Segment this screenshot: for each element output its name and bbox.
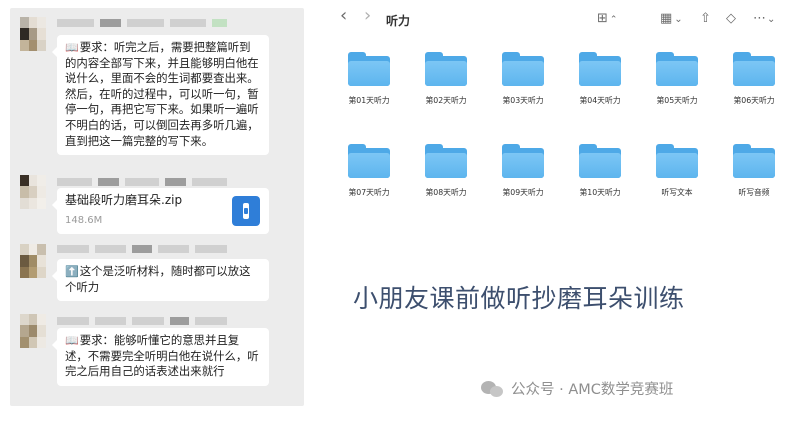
group-icon: ▦ <box>660 11 673 26</box>
folder-icon <box>656 144 698 178</box>
grid-icon: ⊞ <box>597 11 608 26</box>
folder-label: 第09天听力 <box>502 188 544 197</box>
folder-item[interactable]: 听写音频 <box>719 144 789 198</box>
folder-icon <box>425 52 467 86</box>
folder-label: 第10天听力 <box>579 188 621 197</box>
folder-label: 第04天听力 <box>579 96 621 105</box>
icon-view-button[interactable]: ⊞ ⌃ <box>597 11 617 28</box>
group-button[interactable]: ▦ ⌄ <box>660 11 683 28</box>
share-button[interactable]: ⇧ <box>700 11 711 27</box>
folder-item[interactable]: 第04天听力 <box>565 52 635 106</box>
folder-icon <box>579 52 621 86</box>
wechat-logo-icon <box>481 379 505 399</box>
message-text: 要求：能够听懂它的意思并且复述，不需要完全听明白他在说什么，听完之后用自己的话表… <box>65 333 259 379</box>
chevron-down-icon: ⌄ <box>674 14 683 25</box>
folder-item[interactable]: 第06天听力 <box>719 52 789 106</box>
sender-name-blurred <box>57 244 227 253</box>
chat-panel: 📖要求：听完之后，需要把整篇听到的内容全部写下来，并且能够明白他在说什么，里面不… <box>10 8 304 406</box>
share-icon: ⇧ <box>700 11 711 26</box>
message-bubble: 📖要求：能够听懂它的意思并且复述，不需要完全听明白他在说什么，听完之后用自己的话… <box>52 328 269 386</box>
folder-item[interactable]: 第05天听力 <box>642 52 712 106</box>
sender-name-blurred <box>57 18 227 27</box>
folder-icon <box>425 144 467 178</box>
folder-label: 听写音频 <box>738 188 770 197</box>
back-button[interactable]: ‹ <box>340 7 347 25</box>
folder-label: 第03天听力 <box>502 96 544 105</box>
up-arrow-icon: ⬆️ <box>65 265 79 278</box>
avatar[interactable] <box>20 314 46 348</box>
window-title: 听力 <box>386 14 411 28</box>
caption: 小朋友课前做听抄磨耳朵训练 <box>353 284 685 313</box>
more-button[interactable]: ⋯⌄ <box>753 11 775 28</box>
avatar[interactable] <box>20 17 46 51</box>
folder-item[interactable]: 第02天听力 <box>411 52 481 106</box>
folder-label: 第01天听力 <box>348 96 390 105</box>
folder-label: 第05天听力 <box>656 96 698 105</box>
folder-item[interactable]: 第01天听力 <box>334 52 404 106</box>
folder-icon <box>733 144 775 178</box>
book-icon: 📖 <box>65 334 79 347</box>
folder-label: 听写文本 <box>661 188 693 197</box>
chevron-down-icon: ⌄ <box>767 14 776 25</box>
folder-icon <box>502 144 544 178</box>
finder-toolbar: ‹ › 听力 ⊞ ⌃ ▦ ⌄ ⇧ ◇ ⋯⌄ <box>330 7 789 32</box>
folder-icon <box>502 52 544 86</box>
watermark: 公众号 · AMC数学竞赛班 <box>481 378 673 399</box>
folder-item[interactable]: 第10天听力 <box>565 144 635 198</box>
forward-button[interactable]: › <box>364 7 371 25</box>
message-bubble: 📖要求：听完之后，需要把整篇听到的内容全部写下来，并且能够明白他在说什么，里面不… <box>52 35 269 156</box>
watermark-text: 公众号 · AMC数学竞赛班 <box>511 382 674 398</box>
folder-item[interactable]: 第03天听力 <box>488 52 558 106</box>
message-bubble: ⬆️这个是泛听材料，随时都可以放这个听力 <box>52 259 269 302</box>
folder-icon <box>348 52 390 86</box>
tag-icon: ◇ <box>726 11 736 26</box>
folder-label: 第02天听力 <box>425 96 467 105</box>
folder-item[interactable]: 听写文本 <box>642 144 712 198</box>
avatar[interactable] <box>20 244 46 278</box>
finder-window: ‹ › 听力 ⊞ ⌃ ▦ ⌄ ⇧ ◇ ⋯⌄ 第01天听力 第02天听力 第03天听力 第0… <box>330 0 789 260</box>
avatar[interactable] <box>20 175 46 209</box>
more-icon: ⋯ <box>753 11 766 26</box>
chevron-icon: ⌃ <box>609 15 618 25</box>
sender-name-blurred <box>57 177 228 186</box>
book-icon: 📖 <box>65 41 79 54</box>
sender-name-blurred <box>57 316 227 325</box>
message-text: 这个是泛听材料，随时都可以放这个听力 <box>65 264 251 294</box>
folder-label: 第07天听力 <box>348 188 390 197</box>
folder-icon <box>733 52 775 86</box>
tag-button[interactable]: ◇ <box>726 11 736 27</box>
folder-item[interactable]: 第08天听力 <box>411 144 481 198</box>
zip-file-icon <box>232 196 260 226</box>
folder-icon <box>348 144 390 178</box>
folder-label: 第08天听力 <box>425 188 467 197</box>
folder-icon <box>579 144 621 178</box>
folder-item[interactable]: 第07天听力 <box>334 144 404 198</box>
message-text: 要求：听完之后，需要把整篇听到的内容全部写下来，并且能够明白他在说什么，里面不会… <box>65 40 259 148</box>
folder-item[interactable]: 第09天听力 <box>488 144 558 198</box>
file-message[interactable]: 基础段听力磨耳朵.zip 148.6M <box>52 188 269 234</box>
folder-label: 第06天听力 <box>733 96 775 105</box>
folder-icon <box>656 52 698 86</box>
